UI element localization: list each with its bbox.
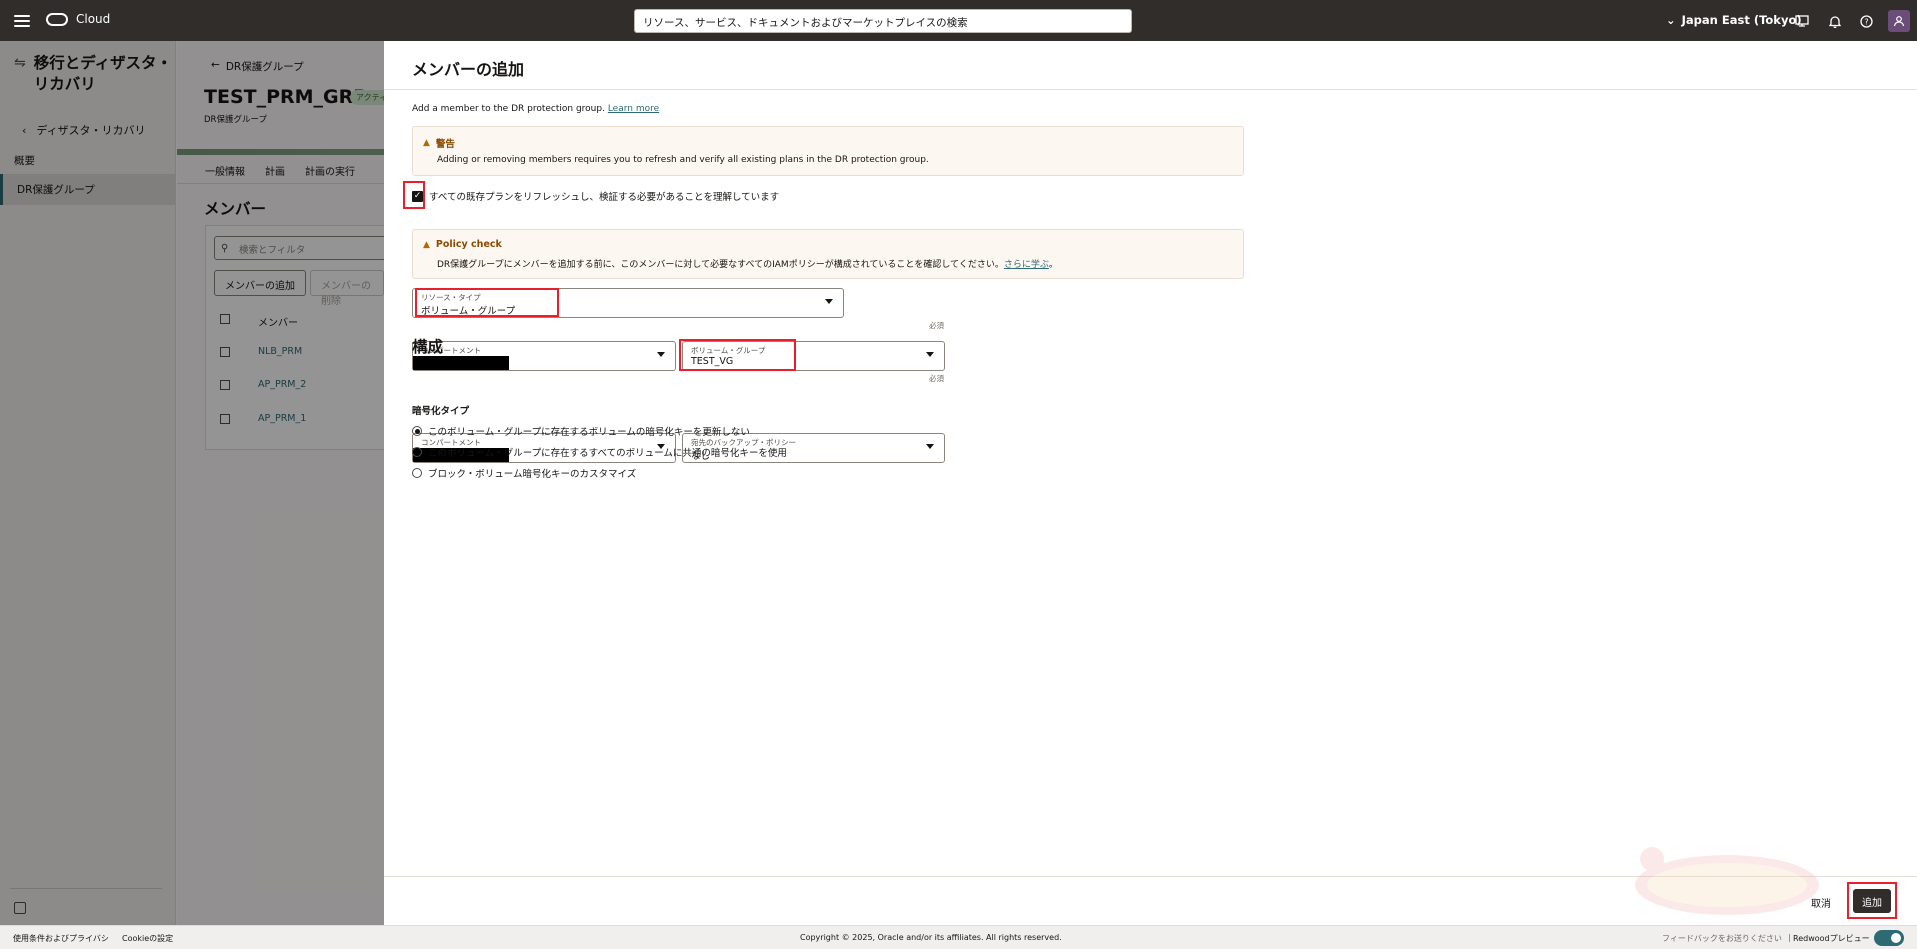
compartment-select[interactable]: コンパートメント [412, 341, 676, 371]
add-member-drawer: メンバーの追加 Add a member to the DR protectio… [384, 41, 1917, 925]
policy-check-box: ▲ Policy check DR保護グループにメンバーを追加する前に、このメン… [412, 229, 1244, 279]
redacted-value [413, 356, 509, 370]
confirm-refresh-checkbox[interactable]: ✓ [412, 190, 423, 202]
encryption-option-label: ブロック・ボリューム暗号化キーのカスタマイズ [428, 469, 637, 480]
modal-overlay[interactable] [0, 41, 384, 925]
terms-link[interactable]: 使用条件およびプライバシ [13, 933, 109, 944]
footer-separator: | [1788, 933, 1791, 942]
brand-label: Cloud [76, 12, 111, 26]
learn-more-link[interactable]: Learn more [608, 104, 659, 114]
warning-icon: ▲ [423, 138, 430, 148]
chevron-down-icon [825, 299, 833, 304]
warning-header: ▲ 警告 [423, 136, 455, 150]
volume-group-value: TEST_VG [691, 356, 734, 367]
chevron-down-icon [657, 352, 665, 357]
redwood-preview-label: Redwoodプレビュー [1793, 934, 1870, 943]
policy-check-title: Policy check [435, 239, 502, 250]
region-selector[interactable]: ⌄ Japan East (Tokyo) [1666, 13, 1802, 27]
configuration-section-title: 構成 [412, 338, 444, 356]
feedback-link[interactable]: フィードバックをお送りください [1662, 933, 1782, 944]
warning-box: ▲ 警告 Adding or removing members requires… [412, 126, 1244, 176]
warning-title: 警告 [435, 139, 455, 150]
encryption-option-label: このボリューム・グループに存在するすべてのボリュームに共通の暗号化キーを使用 [428, 448, 787, 459]
redwood-preview-toggle[interactable] [1874, 930, 1904, 946]
volume-group-label: ボリューム・グループ [691, 346, 766, 355]
add-button[interactable]: 追加 [1853, 889, 1891, 913]
resource-type-label: リソース・タイプ [421, 293, 481, 302]
encryption-option-common[interactable]: このボリューム・グループに存在するすべてのボリュームに共通の暗号化キーを使用 [412, 445, 787, 459]
encryption-option-keep[interactable]: このボリューム・グループに存在するボリュームの暗号化キーを更新しない [412, 424, 750, 438]
drawer-intro: Add a member to the DR protection group.… [412, 104, 659, 114]
volume-group-select[interactable]: ボリューム・グループ TEST_VG [682, 341, 945, 371]
cloud-shell-icon[interactable] [1794, 13, 1810, 29]
resource-type-value: ボリューム・グループ [421, 306, 516, 317]
chevron-down-icon [926, 444, 934, 449]
encryption-type-title: 暗号化タイプ [412, 406, 470, 417]
cancel-button[interactable]: 取消 [1811, 895, 1831, 910]
encryption-option-label: このボリューム・グループに存在するボリュームの暗号化キーを更新しない [428, 427, 750, 438]
oracle-logo[interactable]: Cloud [46, 12, 110, 26]
global-search-input[interactable]: リソース、サービス、ドキュメントおよびマーケットプレイスの検索 [634, 9, 1132, 33]
help-icon[interactable]: ? [1858, 13, 1874, 29]
radio-unselected[interactable] [412, 447, 422, 457]
watermark-logo [1635, 847, 1819, 915]
confirm-refresh-label[interactable]: すべての既存プランをリフレッシュし、検証する必要があることを理解しています [429, 189, 779, 203]
top-header: Cloud リソース、サービス、ドキュメントおよびマーケットプレイスの検索 ⌄ … [0, 0, 1917, 41]
svg-text:?: ? [1864, 17, 1868, 26]
drawer-title: メンバーの追加 [412, 60, 525, 79]
chevron-down-icon [926, 352, 934, 357]
encryption-option-custom[interactable]: ブロック・ボリューム暗号化キーのカスタマイズ [412, 466, 636, 480]
bell-icon[interactable] [1827, 13, 1843, 29]
confirm-refresh-row: ✓ すべての既存プランをリフレッシュし、検証する必要があることを理解しています [412, 189, 779, 203]
resource-type-select[interactable]: リソース・タイプ ボリューム・グループ [412, 288, 844, 318]
policy-check-header: ▲ Policy check [423, 239, 502, 250]
radio-selected[interactable] [412, 426, 422, 436]
drawer-header-divider [384, 89, 1917, 90]
required-hint: 必須 [929, 321, 944, 330]
region-label: Japan East (Tokyo) [1681, 13, 1802, 27]
user-avatar-icon[interactable] [1888, 10, 1910, 32]
page-footer: 使用条件およびプライバシ Cookieの設定 Copyright © 2025,… [0, 925, 1917, 949]
copyright-text: Copyright © 2025, Oracle and/or its affi… [800, 933, 1062, 942]
required-hint: 必須 [929, 374, 944, 383]
warning-body: Adding or removing members requires you … [437, 155, 929, 165]
policy-check-body: DR保護グループにメンバーを追加する前に、このメンバーに対して必要なすべてのIA… [437, 257, 1058, 270]
oracle-o-icon [46, 12, 68, 26]
menu-icon[interactable] [14, 12, 30, 28]
policy-learn-more-link[interactable]: さらに学ぶ [1004, 260, 1049, 270]
policy-period: 。 [1048, 260, 1058, 270]
intro-text: Add a member to the DR protection group. [412, 104, 605, 114]
chevron-down-icon: ⌄ [1666, 13, 1676, 27]
radio-unselected[interactable] [412, 468, 422, 478]
warning-icon: ▲ [423, 239, 430, 250]
policy-check-text: DR保護グループにメンバーを追加する前に、このメンバーに対して必要なすべてのIA… [437, 260, 1004, 270]
cookie-settings-link[interactable]: Cookieの設定 [122, 933, 173, 944]
